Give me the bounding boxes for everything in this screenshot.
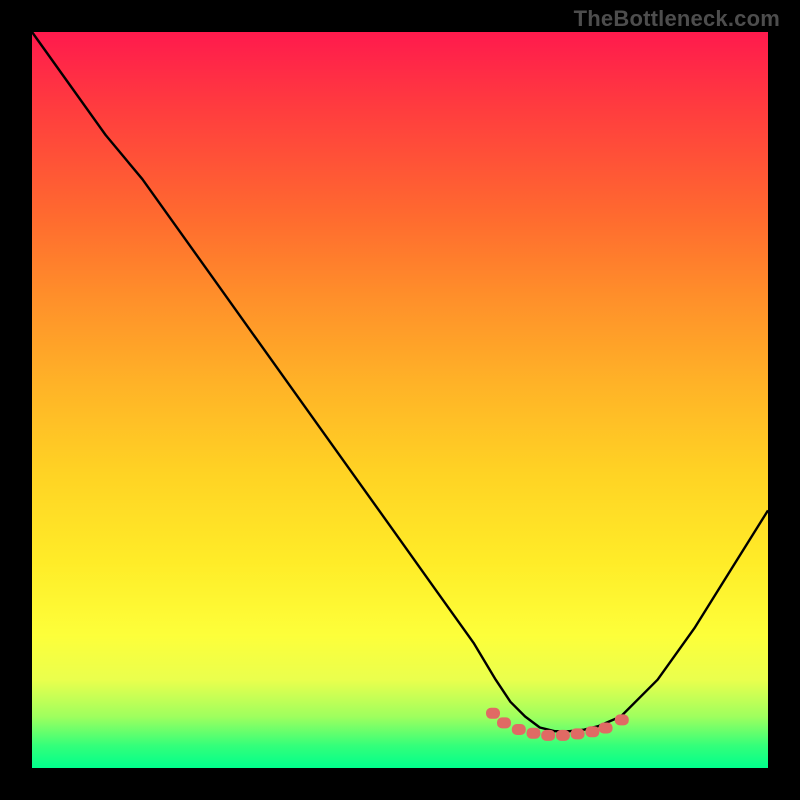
- chart-overlay: [0, 0, 800, 800]
- bottleneck-curve: [32, 32, 768, 731]
- marker-dot: [599, 723, 613, 734]
- marker-dot: [497, 717, 511, 728]
- curve-path: [32, 32, 768, 731]
- marker-dot: [512, 724, 526, 735]
- marker-dot: [541, 730, 555, 741]
- marker-dot: [571, 728, 585, 739]
- marker-cluster: [486, 708, 629, 741]
- marker-dot: [527, 728, 541, 739]
- watermark-text: TheBottleneck.com: [574, 6, 780, 32]
- marker-dot: [486, 708, 500, 719]
- marker-dot: [615, 714, 629, 725]
- chart-frame: TheBottleneck.com: [0, 0, 800, 800]
- marker-dot: [585, 726, 599, 737]
- marker-dot: [556, 730, 570, 741]
